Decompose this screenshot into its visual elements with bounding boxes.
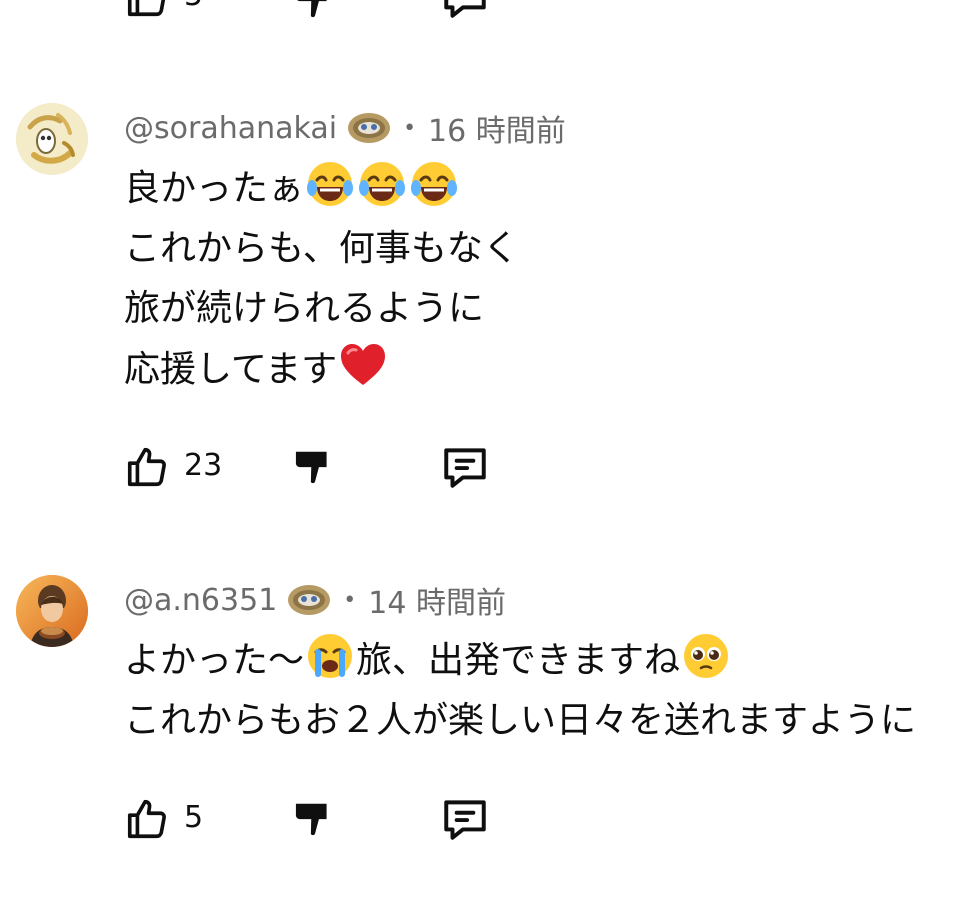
tears-of-joy-emoji-icon (359, 162, 406, 206)
comment-text: 良かったぁ これからも、何事もなく 旅が続けられるように 応援してます (124, 158, 519, 400)
loudly-crying-emoji-icon (308, 634, 353, 678)
like-count: 23 (184, 448, 223, 483)
member-badge-icon (348, 113, 391, 143)
comment-line: これからもお２人が楽しい日々を送れますように (124, 700, 917, 741)
red-heart-emoji-icon (341, 344, 386, 385)
comment-timestamp: 14 時間前 (368, 586, 506, 621)
reply-icon[interactable] (440, 0, 490, 20)
dislike-icon[interactable] (294, 798, 340, 844)
avatar-photo-icon (16, 575, 88, 647)
comment-line: 良かったぁ (124, 158, 519, 219)
dislike-icon[interactable] (294, 446, 340, 492)
dislike-icon[interactable] (294, 0, 340, 20)
author-handle[interactable]: @a.n6351 (124, 583, 277, 618)
like-count: 5 (184, 800, 204, 835)
comment-text: よかった〜 旅、出発できますね これからもお２人が楽しい日々を送れますように (124, 630, 916, 751)
tears-of-joy-emoji-icon (307, 162, 354, 206)
comment-line: 旅が続けられるように (124, 288, 485, 329)
meta-separator: • (403, 115, 417, 141)
comment-meta: @a.n6351 • 14 時間前 (124, 580, 506, 622)
like-icon[interactable] (124, 796, 170, 842)
like-count: 5 (184, 0, 203, 13)
member-badge-icon (288, 585, 331, 615)
comment-line: これからも、何事もなく (124, 228, 519, 269)
avatar-illustration-icon (16, 103, 88, 175)
like-icon[interactable] (124, 444, 170, 490)
comment-line: よかった〜 旅、出発できますね (124, 630, 916, 691)
avatar[interactable] (16, 103, 88, 175)
comment-actions: 23 (0, 438, 979, 498)
meta-separator: • (343, 587, 357, 613)
author-handle[interactable]: @sorahanakai (124, 111, 337, 146)
pleading-face-emoji-icon (684, 634, 729, 678)
comment-line: 応援してます (124, 339, 519, 400)
like-icon[interactable] (124, 0, 170, 20)
comment-timestamp: 16 時間前 (428, 114, 566, 149)
comment-actions: 5 (0, 790, 979, 850)
tears-of-joy-emoji-icon (411, 162, 458, 206)
reply-icon[interactable] (440, 794, 490, 844)
avatar[interactable] (16, 575, 88, 647)
partial-action-row: 5 (0, 0, 979, 20)
comment-meta: @sorahanakai • 16 時間前 (124, 108, 566, 150)
reply-icon[interactable] (440, 442, 490, 492)
